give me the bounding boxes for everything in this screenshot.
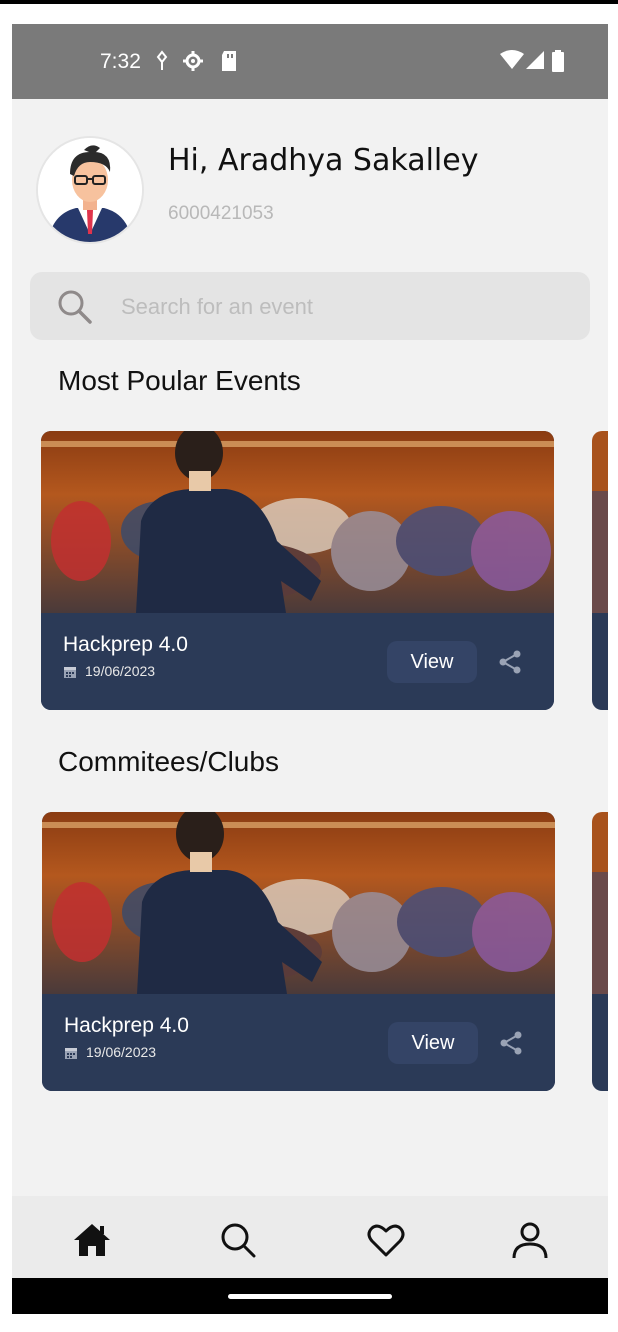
club-image: [42, 812, 555, 994]
club-date: 19/06/2023: [86, 1044, 157, 1060]
phone-screen: 7:32 Hi, Aradhya Sakalley 6000421053 Sea…: [12, 24, 608, 1314]
usb-debug-icon: [154, 50, 170, 77]
status-time: 7:32: [100, 50, 141, 73]
club-title: Hackprep 4.0: [64, 1014, 189, 1037]
card-footer: Hackprep 4.0 19/06/2023 View: [41, 613, 554, 710]
home-icon[interactable]: [72, 1220, 112, 1260]
greeting-text: Hi, Aradhya Sakalley: [168, 143, 479, 178]
search-icon[interactable]: [218, 1220, 258, 1260]
profile-icon[interactable]: [510, 1220, 550, 1260]
user-avatar-icon[interactable]: [36, 136, 144, 244]
battery-icon: [552, 50, 564, 77]
card-footer: Hackprep 4.0 19/06/2023 View: [42, 994, 555, 1091]
event-card[interactable]: Hackprep 4.0 19/06/2023 View: [41, 431, 554, 710]
heart-icon[interactable]: [366, 1220, 406, 1260]
view-button[interactable]: View: [388, 1022, 478, 1064]
club-card[interactable]: Hackprep 4.0 19/06/2023 View: [42, 812, 555, 1091]
wifi-icon: [500, 50, 524, 75]
event-image: [41, 431, 554, 613]
status-bar: 7:32: [12, 24, 608, 99]
share-icon[interactable]: [498, 1030, 524, 1061]
search-input[interactable]: Search for an event: [121, 294, 313, 320]
home-gesture-handle[interactable]: [228, 1294, 392, 1299]
gesture-navigation-bar: [12, 1278, 608, 1314]
section-title-clubs: Commitees/Clubs: [58, 746, 279, 777]
share-icon[interactable]: [497, 649, 523, 680]
settings-gear-icon: [182, 50, 204, 77]
top-border: [0, 0, 618, 4]
user-phone: 6000421053: [168, 203, 274, 224]
calendar-icon: [63, 665, 77, 684]
search-icon: [56, 288, 94, 331]
view-button[interactable]: View: [387, 641, 477, 683]
search-bar[interactable]: Search for an event: [30, 272, 590, 340]
sd-card-icon: [220, 50, 238, 77]
calendar-icon: [64, 1046, 78, 1065]
section-title-popular: Most Poular Events: [58, 365, 301, 396]
next-event-card-peek[interactable]: [592, 431, 608, 710]
event-title: Hackprep 4.0: [63, 633, 188, 656]
event-date: 19/06/2023: [85, 663, 156, 679]
bottom-navigation: [12, 1196, 608, 1278]
cell-signal-icon: [526, 50, 544, 75]
next-club-card-peek[interactable]: [592, 812, 608, 1091]
